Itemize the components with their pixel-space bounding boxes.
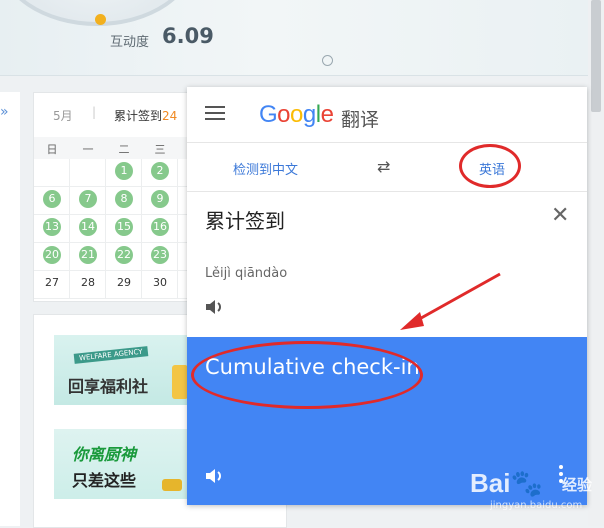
scrollbar-thumb[interactable] (591, 0, 601, 112)
calendar-day: 21 (70, 243, 106, 271)
close-icon[interactable]: ✕ (551, 205, 569, 227)
calendar-separator: | (92, 105, 97, 119)
calendar-day (70, 159, 106, 187)
calendar-day: 29 (106, 271, 142, 299)
weekday: 三 (154, 143, 166, 156)
weekday: 二 (118, 143, 130, 156)
coins-image (172, 365, 188, 399)
checkin-summary: 累计签到24 (114, 107, 177, 124)
checked-day-number: 22 (115, 246, 133, 264)
checked-day-number: 23 (151, 246, 169, 264)
day-number: 29 (117, 276, 131, 289)
calendar-day: 13 (34, 215, 70, 243)
language-bar: 检测到中文 ⇄ 英语 (187, 142, 587, 192)
translate-title: 翻译 (341, 109, 380, 131)
checked-day-number: 13 (43, 218, 61, 236)
calendar-day: 6 (34, 187, 70, 215)
logo-letter: g (302, 101, 316, 128)
google-logo: Google (259, 101, 334, 129)
checked-day-number: 8 (115, 190, 133, 208)
calendar-day: 20 (34, 243, 70, 271)
interaction-value: 6.09 (162, 24, 214, 48)
day-number: 28 (81, 276, 95, 289)
calendar-day: 30 (142, 271, 178, 299)
pinyin-text: Lěijì qiāndào (205, 266, 288, 281)
calendar-day: 27 (34, 271, 70, 299)
checked-day-number: 21 (79, 246, 97, 264)
checked-day-number: 14 (79, 218, 97, 236)
checked-day-number: 15 (115, 218, 133, 236)
calendar-day: 14 (70, 215, 106, 243)
speaker-icon[interactable] (205, 467, 225, 489)
source-text[interactable]: 累计签到 (205, 205, 285, 234)
checkin-count: 24 (162, 109, 178, 123)
day-number: 27 (45, 276, 59, 289)
calendar-day: 23 (142, 243, 178, 271)
highlight-circle (459, 144, 521, 188)
checked-day-number: 7 (79, 190, 97, 208)
calendar-day: 8 (106, 187, 142, 215)
checked-day-number: 9 (151, 190, 169, 208)
calendar-month: 5月 (53, 109, 73, 123)
interaction-label: 互动度 (110, 35, 150, 50)
logo-letter: e (320, 101, 334, 128)
calendar-day: 1 (106, 159, 142, 187)
calendar-day: 9 (142, 187, 178, 215)
swap-arrows-icon[interactable]: ⇄ (377, 157, 390, 176)
logo-letter: G (259, 101, 278, 128)
logo-letter: o (290, 101, 303, 128)
checked-day-number: 16 (151, 218, 169, 236)
ad-subline: 只差这些 (72, 471, 137, 490)
calendar-day: 7 (70, 187, 106, 215)
weekday: 一 (82, 143, 94, 156)
source-language-button[interactable]: 检测到中文 (233, 159, 298, 178)
day-number: 30 (153, 276, 167, 289)
watermark-sub: 经验 (562, 476, 593, 494)
profile-header: 互动度 6.09 (0, 0, 588, 76)
weekday: 日 (46, 143, 58, 156)
checkin-label: 累计签到 (114, 109, 163, 123)
calendar-day (34, 159, 70, 187)
left-sidebar (0, 92, 20, 526)
calendar-day: 16 (142, 215, 178, 243)
expand-chevron-icon[interactable]: » (0, 104, 9, 120)
highlight-circle (191, 341, 423, 409)
hamburger-menu-icon[interactable] (205, 106, 225, 120)
ad-title: 回享福利社 (68, 377, 149, 396)
ad-headline: 你离厨神 (72, 445, 137, 464)
welfare-ad-banner[interactable]: WELFARE AGENCY 回享福利社 (54, 335, 188, 405)
checked-day-number: 2 (151, 162, 169, 180)
translate-popup: Google 翻译 检测到中文 ⇄ 英语 累计签到 ✕ Lěijì qiāndà… (187, 87, 587, 505)
checked-day-number: 20 (43, 246, 61, 264)
paw-icon: 🐾 (510, 468, 543, 498)
checked-day-number: 6 (43, 190, 61, 208)
calendar-day: 22 (106, 243, 142, 271)
calendar-day: 28 (70, 271, 106, 299)
car-image (162, 479, 182, 491)
logo-letter: o (277, 101, 291, 128)
watermark-logo: Bai🐾 (470, 468, 543, 498)
ad-ribbon: WELFARE AGENCY (73, 346, 149, 364)
watermark-url: jingyan.baidu.com (490, 500, 583, 511)
calendar-day: 2 (142, 159, 178, 187)
speaker-icon[interactable] (205, 298, 225, 320)
header-decoration (322, 55, 333, 66)
baidu-watermark: Bai🐾 经验 jingyan.baidu.com (470, 462, 598, 520)
checked-day-number: 1 (115, 162, 133, 180)
calendar-day: 15 (106, 215, 142, 243)
progress-dot (95, 14, 106, 25)
chef-ad-banner[interactable]: 你离厨神 只差这些 (54, 429, 188, 499)
